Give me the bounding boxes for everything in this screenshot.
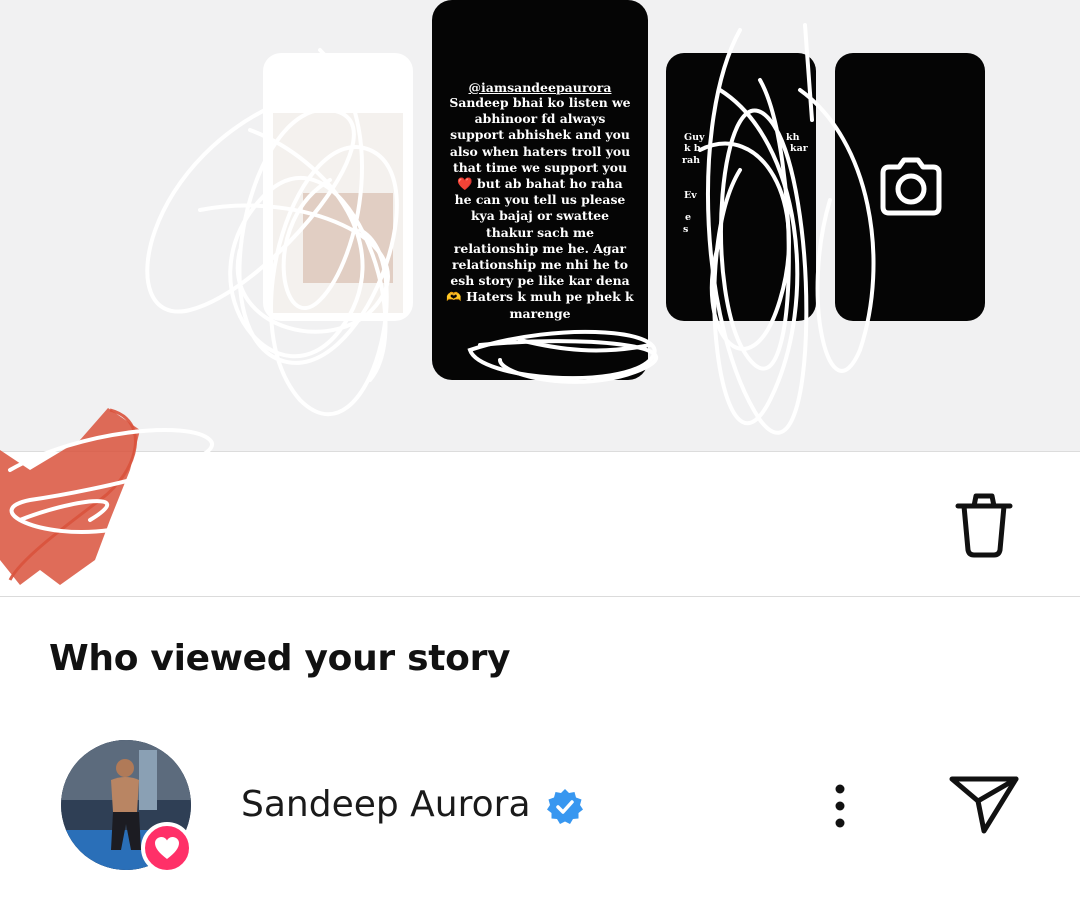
send-icon [949, 776, 1019, 834]
story-thumbnail-3[interactable]: Guy kh k b kar rah Ev e s [666, 53, 816, 321]
viewers-title: Who viewed your story [49, 638, 511, 679]
more-options-button[interactable] [826, 781, 854, 831]
delete-story-button[interactable] [952, 490, 1016, 560]
viewer-name[interactable]: Sandeep Aurora [241, 784, 531, 825]
verified-badge-icon [545, 787, 585, 827]
story-text: Sandeep bhai ko listen we abhinoor fd al… [446, 95, 634, 321]
story-mention: @iamsandeepaurora [468, 80, 612, 95]
camera-icon [875, 151, 947, 223]
redacted-image [273, 113, 403, 313]
more-vertical-icon [835, 784, 845, 828]
story-tray: @iamsandeepaurora Sandeep bhai ko listen… [0, 0, 1080, 452]
story-thumbnail-active[interactable]: @iamsandeepaurora Sandeep bhai ko listen… [432, 0, 648, 380]
divider [0, 596, 1080, 597]
trash-icon [955, 493, 1013, 558]
story-thumbnail-1[interactable] [263, 53, 413, 321]
heart-reaction-badge [141, 822, 193, 874]
add-story-camera-tile[interactable] [835, 53, 985, 321]
heart-icon [155, 837, 179, 859]
send-button[interactable] [948, 771, 1020, 835]
